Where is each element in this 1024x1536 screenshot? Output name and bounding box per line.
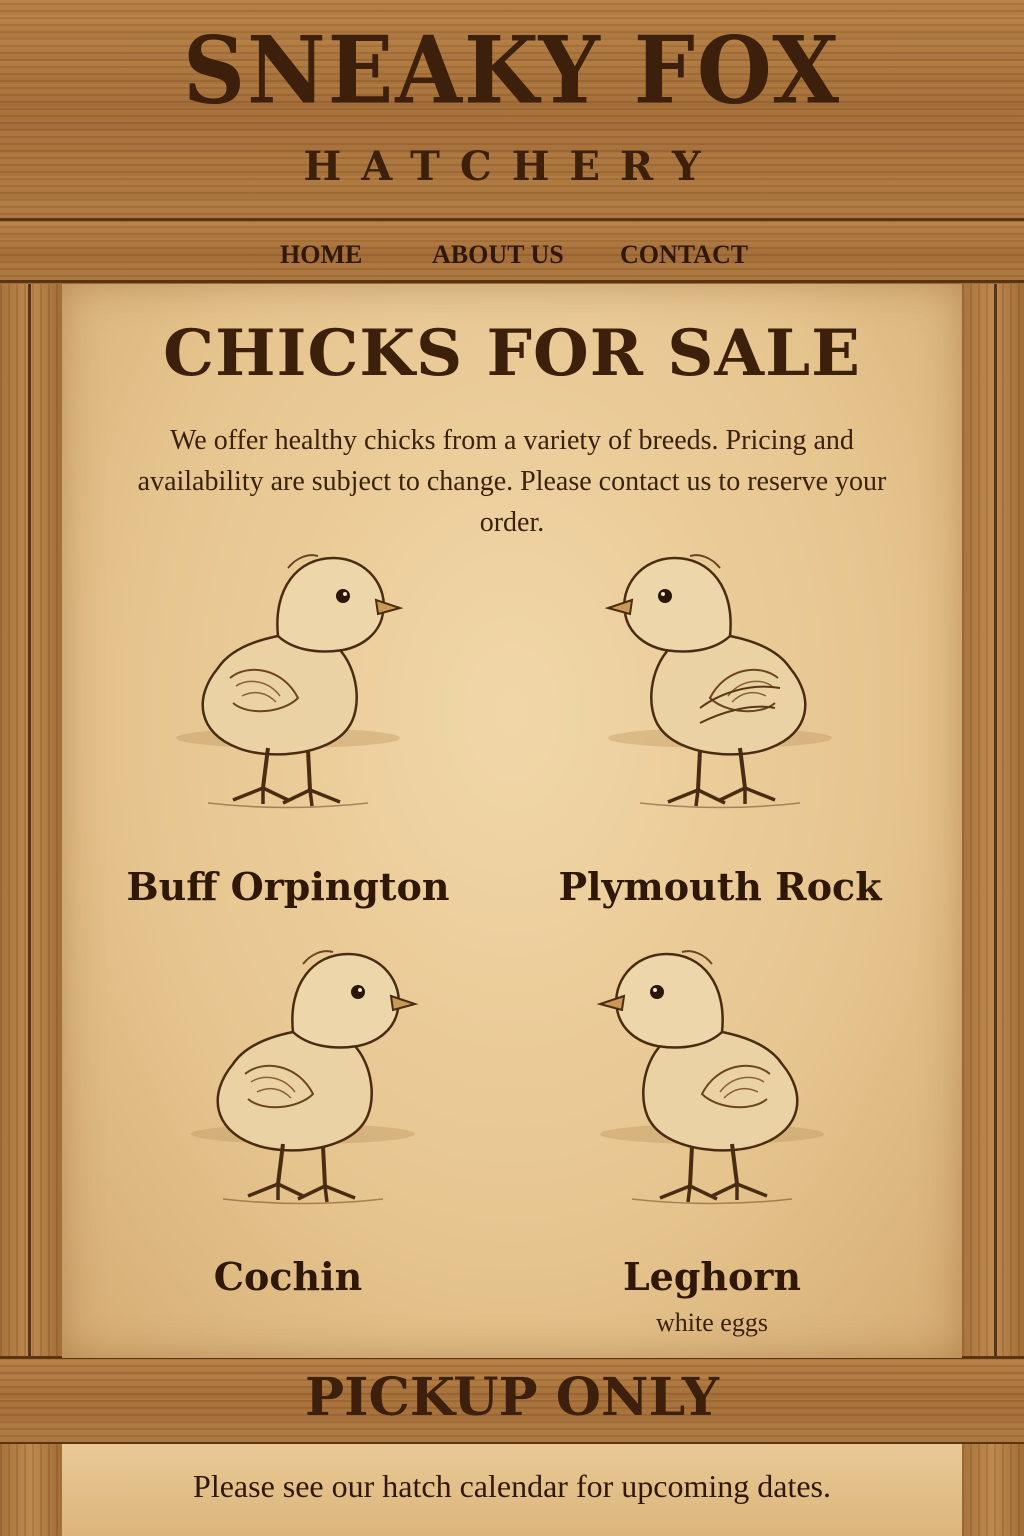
chick-illustration-icon: [598, 949, 826, 1206]
breed-name: Buff Orpington: [126, 864, 450, 909]
chick-illustration-icon: [606, 553, 834, 810]
brand-title[interactable]: SNEAKY FOX: [0, 24, 1024, 118]
post-seam: [28, 284, 31, 1358]
hatch-calendar-note: Please see our hatch calendar for upcomi…: [193, 1468, 831, 1504]
nav-link-home[interactable]: HOME: [280, 238, 362, 272]
plank-seam: [0, 280, 1024, 283]
left-post: [0, 1444, 62, 1536]
chick-illustration-icon: [174, 553, 402, 810]
nav-link-contact[interactable]: CONTACT: [620, 238, 748, 272]
breed-name: Plymouth Rock: [558, 864, 882, 909]
right-post: [962, 1444, 1024, 1536]
breed-note: white eggs: [656, 1308, 768, 1337]
breed-card-buff-orpington[interactable]: Buff Orpington: [118, 548, 458, 918]
breed-card-cochin[interactable]: Cochin: [118, 944, 458, 1314]
nav-link-about-us[interactable]: ABOUT US: [432, 238, 564, 272]
right-post: [962, 284, 1024, 1358]
chick-illustration-icon: [189, 949, 417, 1206]
brand-subtitle: HATCHERY: [303, 143, 721, 190]
breed-card-plymouth-rock[interactable]: Plymouth Rock: [550, 548, 890, 918]
intro-text: We offer healthy chicks from a variety o…: [137, 425, 887, 538]
page-title: CHICKS FOR SALE: [163, 316, 861, 391]
breed-card-leghorn[interactable]: Leghorn white eggs: [542, 944, 882, 1337]
left-post: [0, 284, 62, 1358]
breed-name: Leghorn: [622, 1254, 802, 1299]
pickup-banner: PICKUP ONLY: [305, 1367, 719, 1428]
breed-name: Cochin: [213, 1254, 363, 1299]
post-seam: [994, 284, 997, 1358]
plank-seam: [0, 218, 1024, 221]
main-nav: HOME ABOUT US CONTACT: [0, 238, 1024, 272]
